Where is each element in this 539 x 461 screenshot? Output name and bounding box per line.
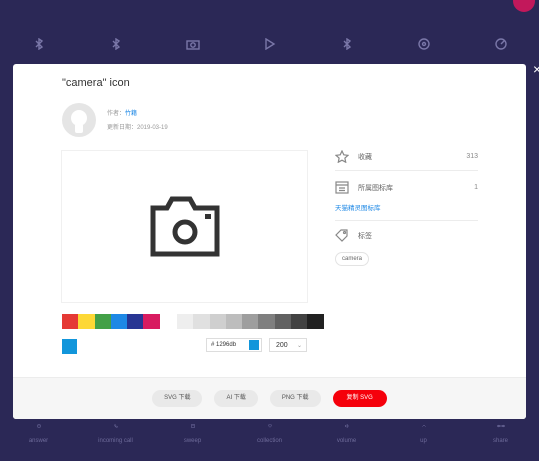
gray-swatch[interactable] xyxy=(274,314,292,329)
size-value: 200 xyxy=(276,341,288,349)
camera-preview-icon xyxy=(150,196,219,256)
author-link[interactable]: 竹籍 xyxy=(125,111,137,117)
up-item[interactable]: up xyxy=(414,424,434,444)
ai-download-button[interactable]: AI 下载 xyxy=(214,390,258,407)
gray-swatch[interactable] xyxy=(307,314,324,329)
bg-label: sweep xyxy=(183,438,202,444)
gray-swatch[interactable] xyxy=(193,314,210,329)
gray-palette xyxy=(177,314,324,329)
divider xyxy=(335,220,478,221)
color-swatch[interactable] xyxy=(110,314,128,329)
library-count: 1 xyxy=(474,184,478,191)
color-palette xyxy=(62,314,160,329)
background-icon-row-bottom: answer incoming call sweep collection vo… xyxy=(0,424,539,444)
svg-download-button[interactable]: SVG 下载 xyxy=(152,390,203,407)
sweep-item[interactable]: sweep xyxy=(183,424,203,444)
avatar-dot xyxy=(513,0,535,12)
size-select[interactable]: 200 ⌄ xyxy=(269,338,307,352)
gray-swatch[interactable] xyxy=(209,314,226,329)
library-row: 所属图标库 1 xyxy=(335,181,478,194)
star-icon xyxy=(335,150,349,163)
chevron-down-icon: ⌄ xyxy=(296,342,302,349)
gray-swatch[interactable] xyxy=(242,314,259,329)
collection-item[interactable]: collection xyxy=(257,424,283,444)
icon-preview xyxy=(62,151,307,302)
play-icon[interactable] xyxy=(260,34,280,54)
tag-chip[interactable]: camera xyxy=(335,252,370,266)
icon-detail-modal: "camera" icon 作者：竹籍 更新日期：2019-03-19 # 12… xyxy=(13,64,526,419)
volume-item[interactable]: volume xyxy=(337,424,357,444)
share-item[interactable]: share xyxy=(491,424,511,444)
hex-color-preview[interactable] xyxy=(249,340,259,350)
modal-title: "camera" icon xyxy=(62,77,130,89)
bg-label: volume xyxy=(336,438,357,444)
favorite-label: 收藏 xyxy=(358,153,372,161)
color-swatch[interactable] xyxy=(143,314,160,329)
hex-value: # 1296db xyxy=(211,342,237,348)
bg-label: share xyxy=(492,438,508,444)
gray-swatch[interactable] xyxy=(177,314,194,329)
background-icon-row-top xyxy=(0,34,539,54)
color-swatch[interactable] xyxy=(78,314,95,329)
divider xyxy=(335,170,478,171)
author-line: 作者：竹籍 xyxy=(107,108,137,117)
close-icon[interactable]: × xyxy=(533,62,539,76)
selected-color-swatch[interactable] xyxy=(62,339,77,354)
answer-item[interactable]: answer xyxy=(29,424,49,444)
timer-icon[interactable] xyxy=(491,34,511,54)
bg-label: incoming call xyxy=(98,438,133,444)
gray-swatch[interactable] xyxy=(225,314,243,329)
gray-swatch[interactable] xyxy=(291,314,308,329)
bluetooth-icon[interactable] xyxy=(106,34,126,54)
incoming-call-item[interactable]: incoming call xyxy=(98,424,133,444)
copy-svg-button[interactable]: 复制 SVG xyxy=(332,390,387,407)
tags-label: 标签 xyxy=(358,232,372,240)
bg-label: answer xyxy=(28,438,49,444)
favorite-row[interactable]: 收藏 313 xyxy=(335,150,478,163)
bluetooth-connect-icon[interactable] xyxy=(337,34,357,54)
library-label: 所属图标库 xyxy=(358,184,393,192)
updated-date: 更新日期：2019-03-19 xyxy=(107,125,168,131)
bg-label: collection xyxy=(257,438,283,444)
color-swatch[interactable] xyxy=(127,314,144,329)
favorite-count: 313 xyxy=(466,153,478,160)
tags-row: 标签 xyxy=(335,229,478,242)
modal-footer: SVG 下载 AI 下载 PNG 下载 复制 SVG xyxy=(13,377,526,419)
target-icon[interactable] xyxy=(414,34,434,54)
bluetooth-off-icon[interactable] xyxy=(29,34,49,54)
bg-label: up xyxy=(420,438,427,444)
library-icon xyxy=(335,181,349,194)
author-avatar xyxy=(62,103,96,137)
library-link[interactable]: 天猫精灵图标库 xyxy=(335,202,381,212)
author-prefix: 作者： xyxy=(107,111,126,117)
camera-icon[interactable] xyxy=(183,34,203,54)
color-swatch[interactable] xyxy=(62,314,79,329)
tag-icon xyxy=(335,229,348,242)
gray-swatch[interactable] xyxy=(258,314,275,329)
color-swatch[interactable] xyxy=(94,314,111,329)
png-download-button[interactable]: PNG 下载 xyxy=(269,390,321,407)
